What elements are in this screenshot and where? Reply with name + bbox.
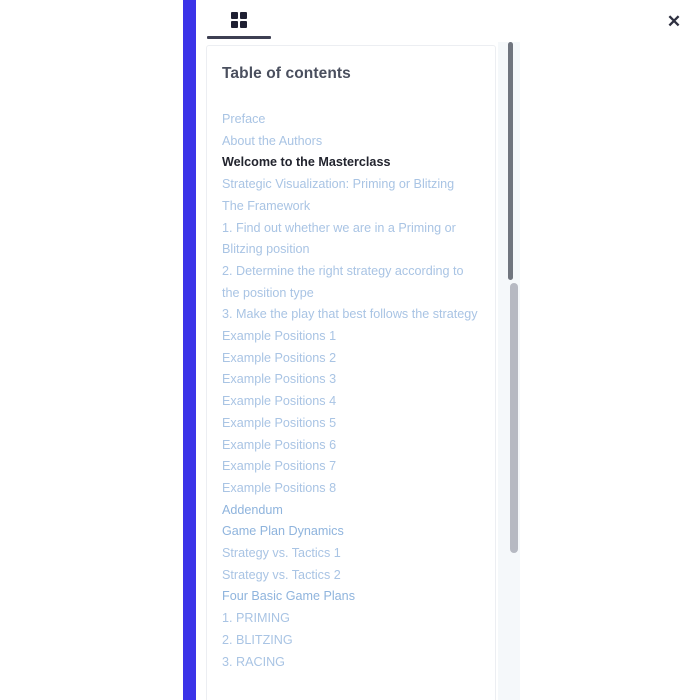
outer-scrollbar-thumb[interactable]: [510, 283, 518, 553]
panel-header: ✕: [196, 0, 700, 42]
toc-link[interactable]: About the Authors: [222, 131, 482, 153]
toc-link[interactable]: Example Positions 4: [222, 391, 482, 413]
active-tab-indicator: [207, 36, 271, 39]
table-of-contents-card: Table of contents Preface About the Autho…: [206, 45, 496, 700]
toc-link[interactable]: Strategic Visualization: Priming or Blit…: [222, 174, 482, 196]
toc-link[interactable]: Addendum: [222, 500, 482, 522]
toc-link[interactable]: The Framework: [222, 196, 482, 218]
tab-contents[interactable]: [207, 0, 271, 40]
page-title: Table of contents: [222, 65, 351, 82]
toc-link[interactable]: Example Positions 3: [222, 369, 482, 391]
toc-link[interactable]: 1. Find out whether we are in a Priming …: [222, 218, 482, 261]
toc-link[interactable]: Strategy vs. Tactics 1: [222, 543, 482, 565]
toc-link[interactable]: Welcome to the Masterclass: [222, 152, 482, 174]
toc-link[interactable]: Example Positions 8: [222, 478, 482, 500]
left-accent-bar: [183, 0, 196, 700]
close-icon[interactable]: ✕: [661, 8, 687, 34]
toc-link[interactable]: 1. PRIMING: [222, 608, 482, 630]
toc-link[interactable]: Game Plan Dynamics: [222, 521, 482, 543]
toc-link[interactable]: Example Positions 1: [222, 326, 482, 348]
inner-scrollbar-thumb[interactable]: [508, 42, 513, 280]
toc-link[interactable]: Example Positions 5: [222, 413, 482, 435]
grid-icon: [230, 11, 248, 29]
toc-link[interactable]: Example Positions 6: [222, 435, 482, 457]
toc-link[interactable]: Strategy vs. Tactics 2: [222, 565, 482, 587]
toc-link[interactable]: Example Positions 7: [222, 456, 482, 478]
table-of-contents-list: Preface About the Authors Welcome to the M…: [207, 83, 495, 673]
toc-link[interactable]: 3. RACING: [222, 652, 482, 674]
toc-link[interactable]: 3. Make the play that best follows the s…: [222, 304, 482, 326]
toc-link[interactable]: 2. Determine the right strategy accordin…: [222, 261, 482, 304]
toc-link[interactable]: 2. BLITZING: [222, 630, 482, 652]
toc-link[interactable]: Example Positions 2: [222, 348, 482, 370]
toc-link[interactable]: Four Basic Game Plans: [222, 586, 482, 608]
app-root: ✕ Table of contents Preface About the Aut…: [0, 0, 700, 700]
content-panel: ✕ Table of contents Preface About the Aut…: [196, 0, 700, 700]
toc-link[interactable]: Preface: [222, 109, 482, 131]
